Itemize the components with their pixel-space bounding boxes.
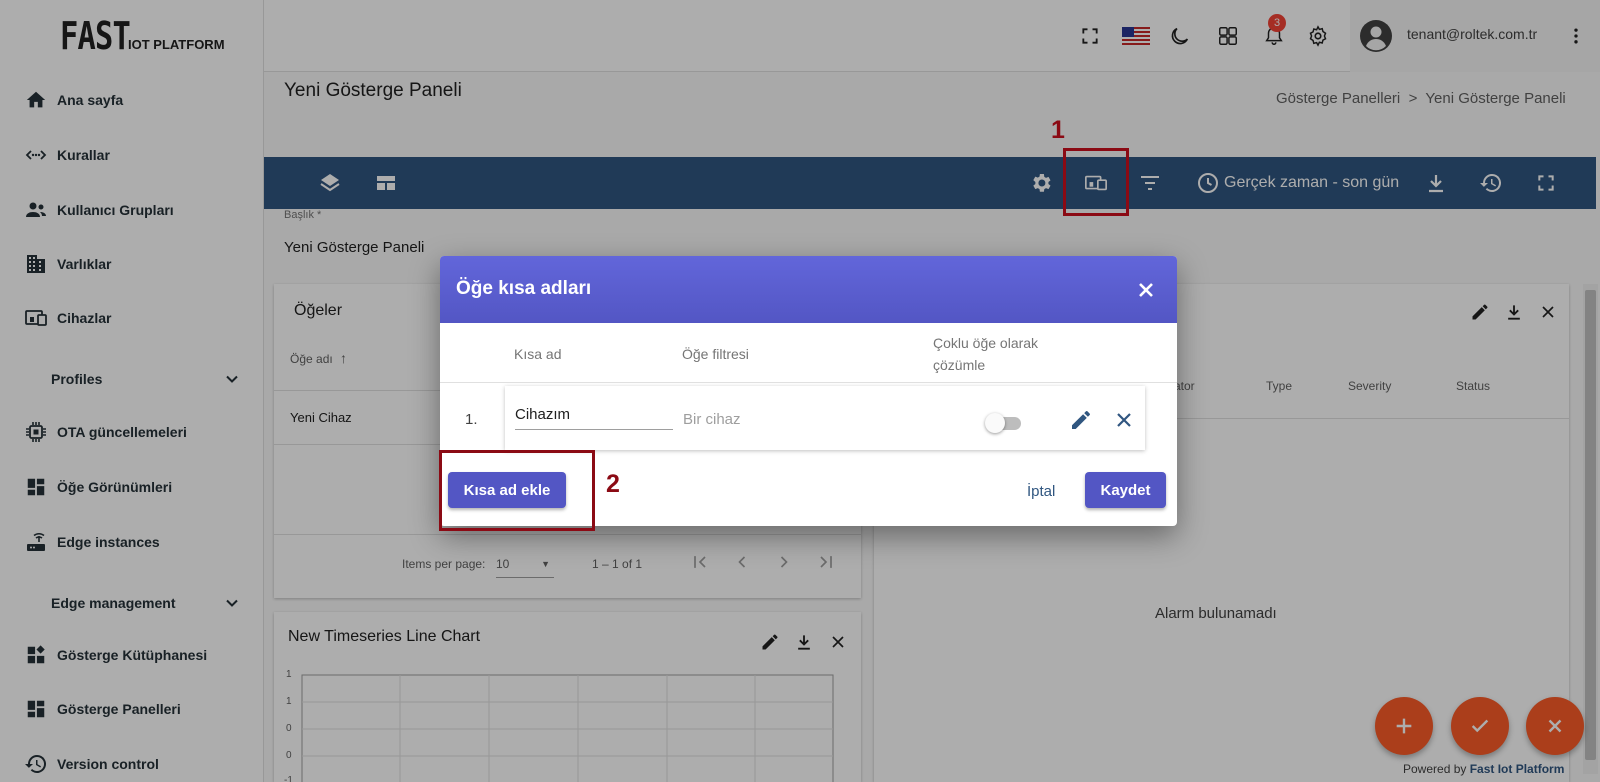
cancel-button[interactable]: İptal xyxy=(1027,483,1055,500)
annotation-number-2: 2 xyxy=(606,470,620,498)
alias-name-input[interactable]: Cihazım xyxy=(515,402,673,430)
resolve-multiple-toggle[interactable] xyxy=(985,412,1023,434)
annotation-box-2 xyxy=(439,450,595,531)
row-number: 1. xyxy=(465,411,478,428)
toggle-thumb xyxy=(985,413,1005,433)
remove-alias-icon[interactable] xyxy=(1112,408,1136,432)
column-header-resolve-multiple-2: çözümle xyxy=(933,357,986,373)
close-icon[interactable] xyxy=(1134,278,1158,302)
column-header-entity-filter: Öğe filtresi xyxy=(682,346,749,362)
dialog-title: Öğe kısa adları xyxy=(456,278,592,299)
entity-filter-text: Bir cihaz xyxy=(683,411,741,428)
column-header-resolve-multiple: Çoklu öğe olarak xyxy=(933,335,1039,351)
divider xyxy=(440,382,1177,383)
column-header-alias: Kısa ad xyxy=(514,346,562,362)
annotation-number-1: 1 xyxy=(1051,116,1065,144)
annotation-box-1 xyxy=(1063,148,1129,216)
save-button[interactable]: Kaydet xyxy=(1085,472,1166,508)
edit-alias-icon[interactable] xyxy=(1069,408,1093,432)
